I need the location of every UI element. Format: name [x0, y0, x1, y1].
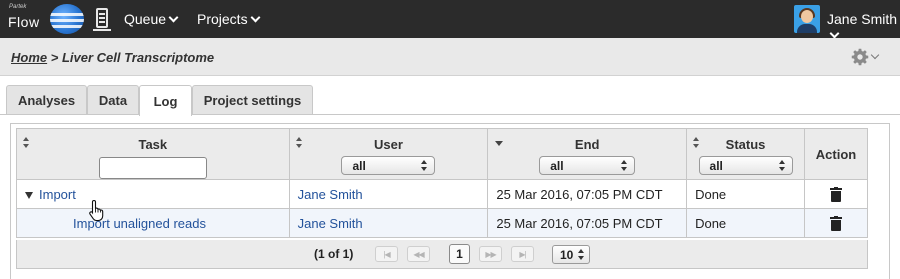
projects-menu-label: Projects [197, 11, 248, 27]
user-menu-label: Jane Smith [827, 11, 898, 27]
column-label-task: Task [138, 137, 168, 152]
user-link[interactable]: Jane Smith [298, 216, 363, 231]
expand-triangle-icon[interactable] [25, 191, 33, 199]
column-header-end[interactable]: End all [487, 128, 688, 180]
user-filter-select[interactable]: all [341, 156, 436, 175]
end-cell: 25 Mar 2016, 07:05 PM CDT [487, 179, 688, 209]
status-filter-value: all [709, 158, 723, 173]
logo-small-text: Partek [9, 4, 27, 10]
status-cell: Done [686, 208, 806, 238]
column-label-user: User [374, 137, 403, 152]
sort-icon[interactable] [295, 137, 303, 149]
column-header-action: Action [804, 128, 868, 180]
column-label-status: Status [725, 137, 766, 152]
tab-project-settings[interactable]: Project settings [192, 85, 313, 115]
table-header-row: Task User all End all Status all Action [16, 128, 868, 180]
select-arrows-icon [621, 160, 628, 171]
trash-icon[interactable] [830, 186, 842, 202]
column-header-task[interactable]: Task [16, 128, 290, 180]
logo-text: Flow [8, 14, 40, 30]
page-size-select[interactable]: 10 [552, 245, 591, 264]
gear-icon[interactable] [851, 48, 869, 66]
column-header-user[interactable]: User all [288, 128, 489, 180]
sort-icon[interactable] [693, 137, 700, 149]
trash-icon[interactable] [830, 215, 842, 231]
user-cell: Jane Smith [288, 179, 489, 209]
top-navigation-bar: Partek Flow Queue Projects Jane Smith [0, 0, 900, 39]
task-link[interactable]: Import [39, 187, 76, 202]
breadcrumb-home-link[interactable]: Home [11, 50, 47, 65]
next-page-button[interactable]: ▶▶ [479, 246, 502, 262]
queue-menu[interactable]: Queue [124, 11, 179, 27]
chevron-down-icon [829, 28, 840, 39]
breadcrumb: Home > Liver Cell Transcriptome [11, 50, 214, 65]
logo-wave-icon [50, 4, 84, 34]
current-page-button[interactable]: 1 [449, 244, 470, 264]
queue-menu-label: Queue [124, 11, 167, 27]
first-page-button[interactable]: |◀ [375, 246, 398, 262]
tab-analyses[interactable]: Analyses [6, 85, 87, 115]
task-cell[interactable]: Import unaligned reads [16, 208, 290, 238]
select-arrows-icon [778, 160, 786, 171]
last-page-button[interactable]: ▶| [511, 246, 534, 262]
breadcrumb-bar: Home > Liver Cell Transcriptome [0, 38, 900, 76]
hand-pointer-icon [89, 199, 104, 221]
table-row[interactable]: Import Jane Smith 25 Mar 2016, 07:05 PM … [16, 179, 868, 209]
user-cell: Jane Smith [288, 208, 489, 238]
status-cell: Done [686, 179, 806, 209]
breadcrumb-separator: > [47, 50, 62, 65]
table-row[interactable]: Import unaligned reads Jane Smith 25 Mar… [16, 208, 868, 238]
chevron-down-icon [168, 12, 179, 23]
select-arrows-icon [578, 249, 585, 260]
projects-menu[interactable]: Projects [197, 11, 261, 27]
prev-page-button[interactable]: ◀◀ [407, 246, 430, 262]
action-cell [804, 208, 868, 238]
server-icon[interactable] [93, 8, 111, 31]
log-table: Task User all End all Status all Action [16, 128, 868, 238]
task-filter-input[interactable] [98, 157, 207, 179]
user-link[interactable]: Jane Smith [298, 187, 363, 202]
partek-flow-logo[interactable]: Partek Flow [8, 4, 86, 34]
chevron-down-icon [250, 12, 261, 23]
page-size-value: 10 [560, 247, 574, 262]
end-filter-select[interactable]: all [539, 156, 636, 175]
sort-descending-icon[interactable] [495, 141, 504, 146]
column-label-action: Action [815, 146, 857, 162]
breadcrumb-project: Liver Cell Transcriptome [61, 50, 215, 65]
page-info: (1 of 1) [314, 247, 354, 261]
column-label-end: End [574, 137, 600, 152]
tab-divider [0, 114, 900, 115]
status-filter-select[interactable]: all [698, 156, 793, 175]
action-cell [804, 179, 868, 209]
end-cell: 25 Mar 2016, 07:05 PM CDT [487, 208, 688, 238]
sort-icon[interactable] [23, 137, 30, 149]
user-filter-value: all [352, 158, 366, 173]
task-cell[interactable]: Import [16, 179, 290, 209]
tab-log[interactable]: Log [139, 85, 192, 116]
select-arrows-icon [421, 160, 428, 171]
pagination-bar: (1 of 1) |◀ ◀◀ 1 ▶▶ ▶| 10 [16, 240, 868, 269]
column-header-status[interactable]: Status all [686, 128, 806, 180]
end-filter-value: all [550, 158, 564, 173]
tab-data[interactable]: Data [87, 85, 139, 115]
user-avatar[interactable] [794, 5, 820, 33]
